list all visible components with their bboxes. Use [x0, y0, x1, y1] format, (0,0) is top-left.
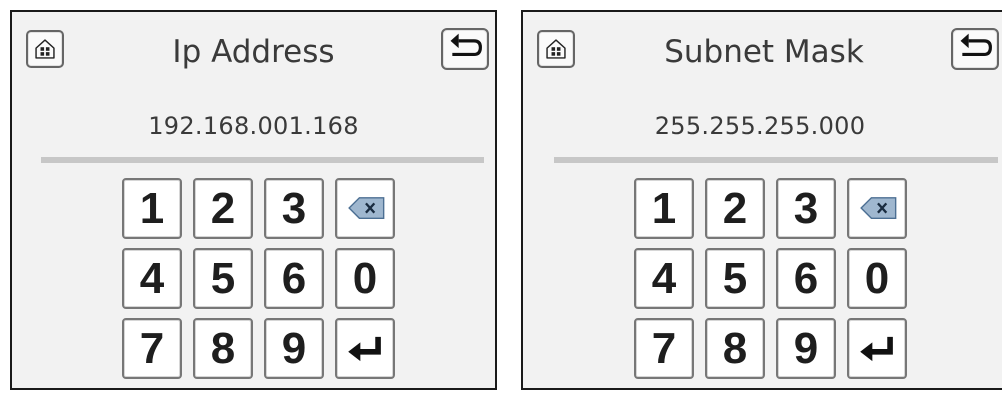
enter-key[interactable] [847, 318, 907, 379]
key-7[interactable]: 7 [122, 318, 182, 379]
home-icon [35, 39, 55, 59]
key-8[interactable]: 8 [705, 318, 765, 379]
key-1[interactable]: 1 [634, 178, 694, 239]
key-6[interactable]: 6 [776, 248, 836, 309]
key-3[interactable]: 3 [264, 178, 324, 239]
divider [554, 157, 998, 163]
back-button[interactable] [951, 28, 999, 70]
key-7[interactable]: 7 [634, 318, 694, 379]
key-2[interactable]: 2 [705, 178, 765, 239]
home-button[interactable] [537, 30, 575, 68]
enter-return-icon [348, 336, 381, 362]
key-6[interactable]: 6 [264, 248, 324, 309]
key-0[interactable]: 0 [335, 248, 395, 309]
backspace-key[interactable] [847, 178, 907, 239]
backspace-x-icon [860, 197, 897, 219]
key-3[interactable]: 3 [776, 178, 836, 239]
ip-value-display: 192.168.001.168 [148, 112, 359, 140]
key-0[interactable]: 0 [847, 248, 907, 309]
key-1[interactable]: 1 [122, 178, 182, 239]
back-arrow-icon [450, 33, 482, 57]
subnet-mask-panel: Subnet Mask 255.255.255.000 1 2 3 4 5 6 … [521, 10, 1002, 390]
home-button[interactable] [26, 30, 64, 68]
numeric-keypad: 1 2 3 4 5 6 0 7 8 9 [634, 178, 909, 398]
key-5[interactable]: 5 [705, 248, 765, 309]
ip-address-panel: Ip Address 192.168.001.168 1 2 3 4 5 6 0… [10, 10, 497, 390]
key-4[interactable]: 4 [122, 248, 182, 309]
back-button[interactable] [441, 28, 489, 70]
home-icon [546, 39, 566, 59]
enter-return-icon [860, 336, 893, 362]
divider [41, 157, 484, 163]
key-4[interactable]: 4 [634, 248, 694, 309]
enter-key[interactable] [335, 318, 395, 379]
key-8[interactable]: 8 [193, 318, 253, 379]
back-arrow-icon [960, 33, 992, 57]
key-5[interactable]: 5 [193, 248, 253, 309]
backspace-x-icon [348, 197, 385, 219]
key-9[interactable]: 9 [776, 318, 836, 379]
numeric-keypad: 1 2 3 4 5 6 0 7 8 9 [122, 178, 397, 398]
subnet-value-display: 255.255.255.000 [654, 112, 866, 140]
page-title: Subnet Mask [664, 34, 864, 70]
backspace-key[interactable] [335, 178, 395, 239]
key-9[interactable]: 9 [264, 318, 324, 379]
key-2[interactable]: 2 [193, 178, 253, 239]
page-title: Ip Address [172, 34, 335, 70]
